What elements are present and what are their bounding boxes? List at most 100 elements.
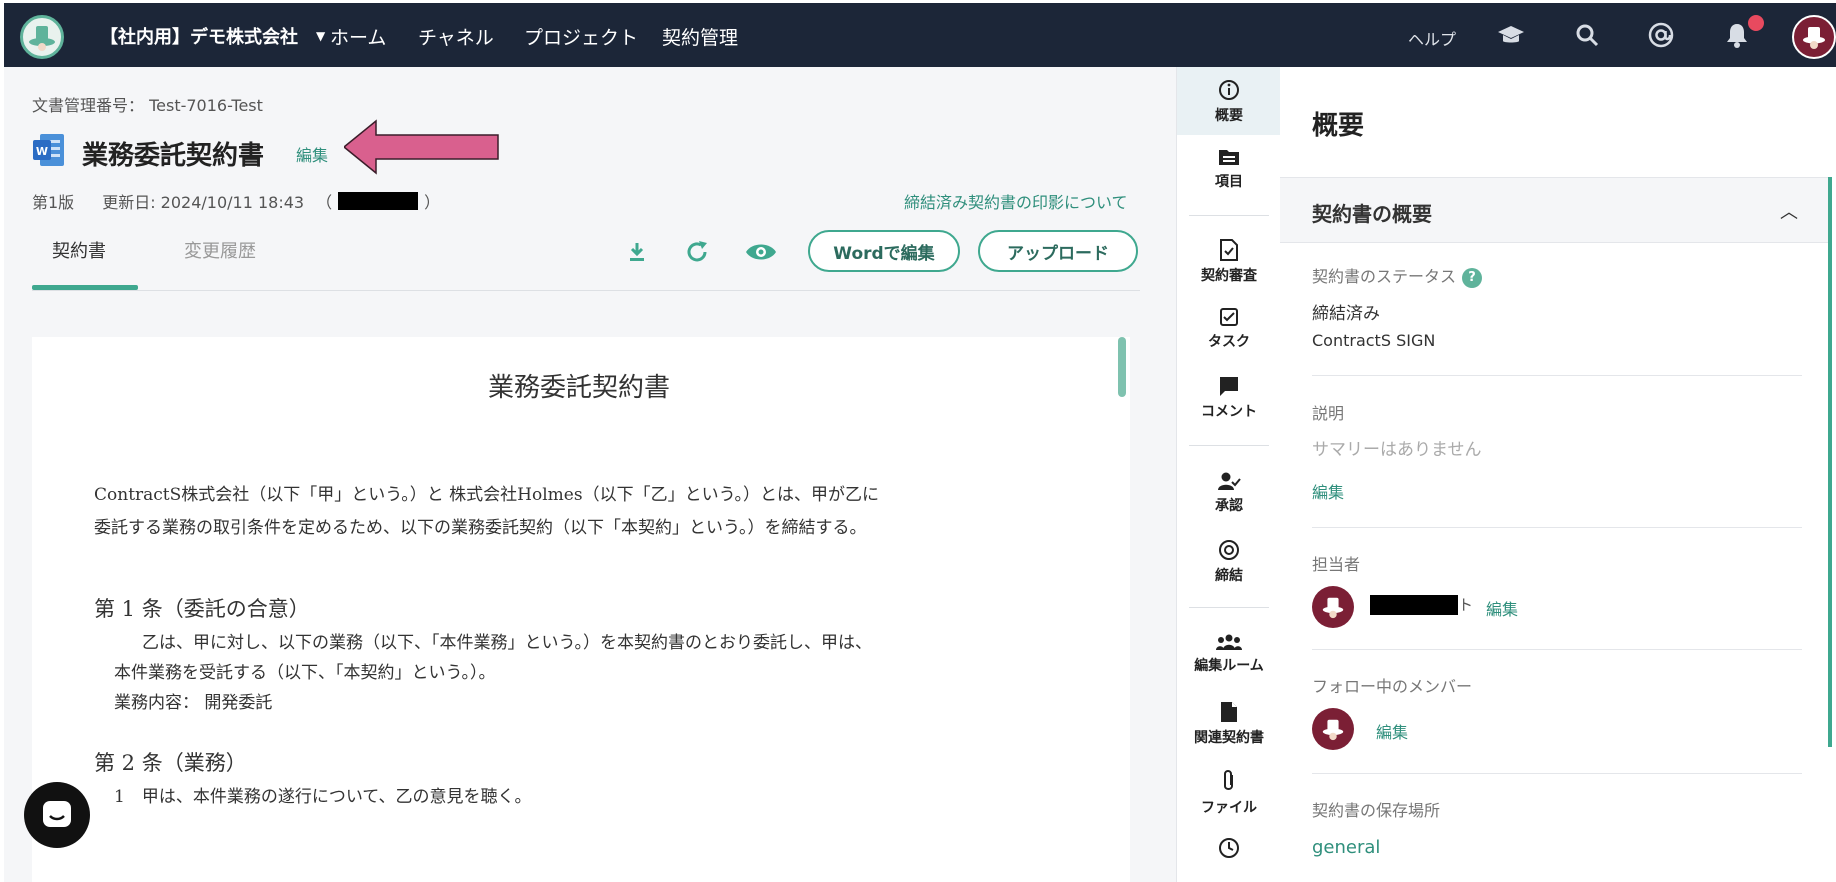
document-icon: [1221, 702, 1237, 722]
strip-review[interactable]: 契約審査: [1177, 239, 1281, 285]
status-value: 締結済み: [1312, 304, 1380, 324]
nav-project[interactable]: プロジェクト: [524, 23, 638, 50]
divider: [1312, 527, 1802, 528]
edit-owner-link[interactable]: 編集: [1486, 596, 1518, 620]
panel-title: 概要: [1312, 111, 1365, 141]
tab-divider: [32, 290, 1140, 291]
refresh-icon[interactable]: [680, 235, 714, 269]
strip-review-label: 契約審査: [1201, 268, 1257, 284]
avatar-hat-icon: [1322, 719, 1344, 741]
mention-icon[interactable]: [1644, 18, 1678, 52]
strip-conclusion-label: 締結: [1215, 568, 1243, 584]
document-title: 業務委託契約書: [82, 141, 265, 171]
company-name: 【社内用】デモ株式会社: [100, 27, 298, 48]
divider: [1312, 773, 1802, 774]
word-file-icon: W: [33, 134, 64, 166]
strip-comment-label: コメント: [1201, 404, 1257, 420]
tab-history[interactable]: 変更履歴: [184, 237, 256, 263]
chat-launcher-button[interactable]: [24, 782, 90, 848]
target-icon: [1219, 540, 1239, 560]
version-label: 第1版: [32, 193, 75, 212]
document-check-icon: [1220, 239, 1238, 261]
article-1-line-2: 本件業務を受託する（以下、「本契約」という。）。: [114, 663, 496, 683]
app-logo[interactable]: [20, 15, 64, 59]
company-switcher[interactable]: 【社内用】デモ株式会社 ▼: [100, 23, 325, 49]
chevron-up-icon[interactable]: ︿: [1780, 198, 1798, 224]
nav-home[interactable]: ホーム: [330, 23, 386, 50]
user-avatar[interactable]: [1792, 15, 1836, 59]
strip-history[interactable]: [1177, 837, 1281, 863]
strip-approval-label: 承認: [1215, 498, 1243, 514]
avatar-hat-icon: [1322, 597, 1344, 619]
strip-comment[interactable]: コメント: [1177, 375, 1281, 421]
version-info: 第1版 更新日: 2024/10/11 18:43 （ ）: [32, 189, 440, 213]
caret-down-icon: ▼: [316, 29, 326, 43]
graduation-cap-icon[interactable]: [1494, 18, 1528, 52]
edit-description-link[interactable]: 編集: [1312, 479, 1344, 503]
folder-icon: [1219, 150, 1239, 165]
upload-button[interactable]: アップロード: [978, 230, 1138, 272]
storage-label: 契約書の保存場所: [1312, 801, 1441, 820]
checkbox-icon: [1220, 308, 1238, 326]
contract-intro-line-1: ContractS株式会社（以下「甲」という。）と 株式会社Holmes（以下「…: [94, 485, 880, 505]
strip-items[interactable]: 項目: [1177, 147, 1281, 191]
clock-icon: [1219, 838, 1239, 858]
seal-info-link[interactable]: 締結済み契約書の印影について: [904, 189, 1128, 213]
status-sub-value: ContractS SIGN: [1312, 331, 1436, 350]
download-icon[interactable]: [620, 235, 654, 269]
strip-overview[interactable]: 概要: [1177, 79, 1281, 125]
follower-avatar: [1312, 708, 1354, 750]
search-icon[interactable]: [1570, 18, 1604, 52]
storage-folder-link[interactable]: general: [1312, 837, 1380, 858]
status-label-text: 契約書のステータス: [1312, 267, 1457, 286]
paren-open: （: [316, 193, 333, 212]
strip-conclusion[interactable]: 締結: [1177, 539, 1281, 585]
strip-task[interactable]: タスク: [1177, 307, 1281, 351]
edit-followers-link[interactable]: 編集: [1376, 719, 1408, 743]
paperclip-icon: [1224, 770, 1233, 790]
redacted-updater: [338, 192, 419, 210]
edit-title-link[interactable]: 編集: [296, 142, 328, 166]
contract-viewer[interactable]: 業務委託契約書 ContractS株式会社（以下「甲」という。）と 株式会社Ho…: [32, 337, 1130, 882]
side-tool-strip: 概要 項目 契約審査 タスク コメント 承認 締結 編集ルーム 関連契約書 ファ…: [1176, 67, 1281, 882]
document-main-area: 文書管理番号： Test-7016-Test W 業務委託契約書 編集 第1版 …: [4, 67, 1176, 882]
nav-contract-management[interactable]: 契約管理: [662, 23, 738, 50]
strip-approval[interactable]: 承認: [1177, 471, 1281, 515]
description-value: サマリーはありません: [1312, 440, 1482, 460]
help-icon[interactable]: ?: [1462, 267, 1483, 288]
strip-task-label: タスク: [1208, 334, 1250, 350]
article-1-heading: 第 1 条（委託の合意）: [94, 597, 310, 621]
nav-channel[interactable]: チャネル: [418, 23, 494, 50]
edit-in-word-button[interactable]: Wordで編集: [808, 230, 960, 272]
panel-scroll-accent: [1828, 177, 1832, 747]
help-link[interactable]: ヘルプ: [1408, 26, 1456, 50]
hat-logo-icon: [29, 26, 55, 51]
strip-edit-room-label: 編集ルーム: [1194, 658, 1264, 674]
description-label: 説明: [1312, 404, 1345, 423]
tab-contract[interactable]: 契約書: [52, 237, 106, 263]
owner-name-suffix: ト: [1458, 596, 1474, 614]
strip-separator: [1189, 607, 1269, 608]
overview-panel: 概要 契約書の概要 ︿ 契約書のステータス? 締結済み ContractS SI…: [1280, 67, 1836, 882]
avatar-hat-icon: [1803, 27, 1825, 49]
contract-summary-header[interactable]: 契約書の概要 ︿: [1280, 177, 1828, 243]
contract-intro-line-2: 委託する業務の取引条件を定めるため、以下の業務委託契約（以下「本契約」という。）…: [94, 518, 867, 538]
divider: [1312, 649, 1802, 650]
user-check-icon: [1218, 472, 1241, 490]
chat-bubble-icon: [43, 801, 71, 827]
followers-label: フォロー中のメンバー: [1312, 677, 1473, 696]
article-2-line-1: 1 甲は、本件業務の遂行について、乙の意見を聴く。: [114, 787, 532, 807]
preview-eye-icon[interactable]: [744, 235, 778, 269]
owner-label: 担当者: [1312, 555, 1361, 574]
strip-related-contracts[interactable]: 関連契約書: [1177, 701, 1281, 747]
pink-arrow-annotation: [344, 119, 499, 175]
strip-edit-room[interactable]: 編集ルーム: [1177, 633, 1281, 675]
strip-files[interactable]: ファイル: [1177, 769, 1281, 817]
viewer-scrollbar[interactable]: [1118, 337, 1126, 397]
comment-icon: [1220, 377, 1238, 396]
document-number: 文書管理番号： Test-7016-Test: [32, 96, 263, 115]
paren-close: ）: [424, 193, 441, 212]
svg-text:W: W: [36, 145, 48, 158]
article-1-line-3: 業務内容： 開発委託: [114, 693, 273, 713]
redacted-owner-name: [1370, 595, 1458, 615]
